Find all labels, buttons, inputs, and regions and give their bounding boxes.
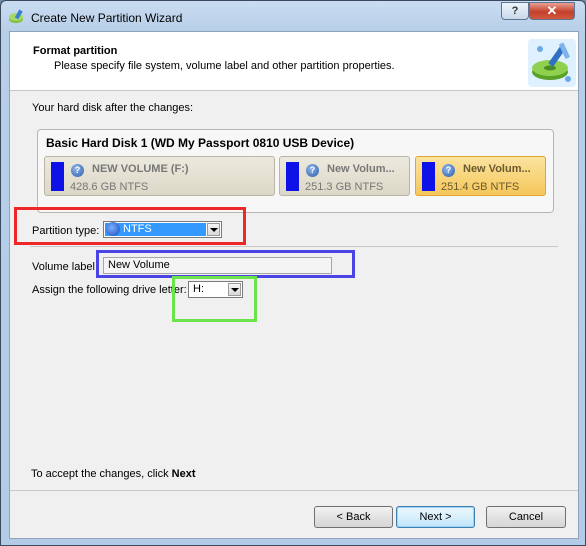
partition-wizard-icon [9,9,23,23]
partition-2[interactable]: ? New Volum... 251.3 GB NTFS [279,156,410,196]
volume-label-highlight [96,250,355,278]
partition-bar [422,162,435,191]
partition-type-highlight [14,207,246,245]
instruction-text: To accept the changes, click Next [31,468,195,480]
next-button[interactable]: Next > [396,506,475,528]
partition-bar [51,162,64,191]
window-title: Create New Partition Wizard [31,11,183,25]
disk-section-label: Your hard disk after the changes: [32,102,194,114]
page-subtitle: Please specify file system, volume label… [54,60,395,72]
partition-bar [286,162,299,191]
close-button[interactable]: ✕ [529,2,575,20]
cancel-button[interactable]: Cancel [486,506,566,528]
instruction-next: Next [171,468,196,480]
page-title: Format partition [33,45,118,57]
partition-name: NEW VOLUME (F:) [92,163,189,175]
partition-name: New Volum... [463,163,531,175]
wizard-body: Format partition Please specify file sys… [9,31,579,539]
partition-size: 251.4 GB NTFS [441,181,520,193]
divider [30,246,558,247]
partition-name: New Volum... [327,163,395,175]
disk-name: Basic Hard Disk 1 (WD My Passport 0810 U… [46,136,355,150]
partition-size: 428.6 GB NTFS [70,181,149,193]
back-button[interactable]: < Back [314,506,393,528]
question-icon: ? [71,164,84,177]
partition-size: 251.3 GB NTFS [305,181,384,193]
drive-letter-label: Assign the following drive letter: [32,284,187,296]
instruction-prefix: To accept the changes, click [31,468,172,480]
drive-letter-highlight [172,276,257,322]
partition-1[interactable]: ? NEW VOLUME (F:) 428.6 GB NTFS [44,156,275,196]
disk-map: Basic Hard Disk 1 (WD My Passport 0810 U… [37,129,554,213]
question-icon: ? [442,164,455,177]
footer-divider [10,490,578,491]
title-bar[interactable]: Create New Partition Wizard ? ✕ [1,1,585,31]
help-button[interactable]: ? [501,2,529,20]
partition-3-selected[interactable]: ? New Volum... 251.4 GB NTFS [415,156,546,196]
question-icon: ? [306,164,319,177]
disk-wizard-icon [528,39,576,87]
wizard-header: Format partition Please specify file sys… [10,32,578,91]
wizard-window: Create New Partition Wizard ? ✕ Format p… [0,0,586,546]
volume-label-label: Volume label: [32,261,99,273]
